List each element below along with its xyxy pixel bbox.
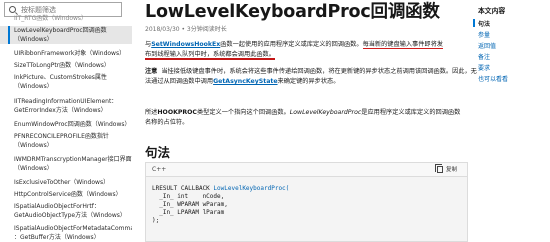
article: LowLevelKeyboardProc回调函数 2018/03/30 • 3分… bbox=[145, 0, 477, 242]
sidebar-item[interactable]: IsExclusiveToOther（Windows） bbox=[0, 178, 132, 187]
sidebar-item[interactable]: ISpatialAudioObjectForMetadataCommands ：… bbox=[0, 224, 132, 242]
intro-highlighted-text: 每当新的键盘输入事件即将发 bbox=[362, 41, 443, 49]
in-page-toc: 本文内容 句法 参量 返回值 备注 要求 也可以看看 bbox=[472, 0, 550, 242]
code-block: C++ 复制 LRESULT CALLBACK LowLevelKeyboard… bbox=[145, 162, 468, 242]
sidebar-item-label: （Windows） bbox=[14, 83, 53, 90]
hookproc-keyword: HOOKPROC bbox=[157, 109, 197, 116]
sidebar-item-label: InkPicture、CustomStrokes属性 bbox=[14, 74, 107, 81]
sidebar-nav: IIT_RTG函数（Windows） LowLevelKeyboardProc回… bbox=[0, 0, 132, 242]
sidebar-item[interactable]: HttpControlService函数（Windows） bbox=[0, 190, 132, 199]
sidebar-item[interactable]: EnumWindowProc回调函数（Windows） bbox=[0, 120, 132, 129]
note-text: 法通过从回调函数中调用 bbox=[145, 78, 214, 85]
note-label: 注意 bbox=[145, 68, 158, 75]
article-meta: 2018/03/30 • 3分钟阅读时长 bbox=[145, 26, 227, 33]
sidebar-item-label: GetErrorIndex方法（Windows） bbox=[14, 107, 107, 114]
sidebar-item[interactable]: PFNRECONCILEPROFILE函数指针 （Windows） bbox=[0, 132, 132, 150]
sidebar-item-label: GetAudioObjectType方法（Windows） bbox=[14, 212, 126, 219]
sidebar-item[interactable]: InkPicture、CustomStrokes属性 （Windows） bbox=[0, 73, 132, 91]
code-text: _In_ LPARAM lParam bbox=[152, 209, 225, 216]
copy-icon bbox=[434, 163, 443, 173]
intro-paragraph-line-2: 布到线程输入队列中时，系统都会调用此函数。 bbox=[145, 50, 275, 60]
sidebar-item-selected[interactable]: LowLevelKeyboardProc回调函数 （Windows） bbox=[0, 26, 132, 44]
toc-item-parameters[interactable]: 参量 bbox=[478, 30, 490, 39]
sidebar-item[interactable]: IITReadingInformationUIElement： GetError… bbox=[0, 97, 132, 115]
sidebar-item-label: （Windows） bbox=[14, 165, 53, 172]
hookproc-text: 是应用程序定义或库定义的回调函数 bbox=[361, 109, 461, 116]
sidebar-item-label: IsExclusiveToOther（Windows） bbox=[14, 179, 110, 186]
code-text: ); bbox=[152, 217, 160, 224]
sidebar-item-label: UIRibbonFramework对象（Windows） bbox=[14, 50, 126, 57]
hookproc-text: 名称的占位符。 bbox=[145, 119, 189, 126]
copy-button[interactable]: 复制 bbox=[434, 163, 457, 173]
sidebar-item[interactable]: ISpatialAudioObjectForHrtf： GetAudioObje… bbox=[0, 202, 132, 220]
note-text: 来确定键的异步状态。 bbox=[277, 78, 340, 85]
code-content: LRESULT CALLBACK LowLevelKeyboardProc( _… bbox=[152, 185, 289, 225]
sidebar-item-label: （Windows） bbox=[14, 142, 53, 149]
sidebar-item[interactable]: IIT_RTG函数（Windows） bbox=[0, 14, 132, 23]
getasynckeystate-link[interactable]: GetAsyncKeyState bbox=[213, 78, 277, 85]
sidebar-item-label: PFNRECONCILEPROFILE函数指针 bbox=[14, 133, 109, 140]
sidebar-item-label: （Windows） bbox=[14, 36, 53, 43]
sidebar-item-label: ISpatialAudioObjectForMetadataCommands bbox=[14, 225, 132, 232]
copy-label: 复制 bbox=[445, 167, 457, 173]
toc-item-remarks[interactable]: 备注 bbox=[478, 52, 490, 61]
search-icon bbox=[9, 6, 16, 13]
sidebar-item-label: ISpatialAudioObjectForHrtf： bbox=[14, 203, 100, 210]
sidebar-item-label: IWMDRMTranscryptionManager接口界面 bbox=[14, 156, 132, 163]
sidebar-item-label: LowLevelKeyboardProc回调函数 bbox=[14, 27, 107, 34]
sidebar-item-label: IITReadingInformationUIElement： bbox=[14, 98, 118, 105]
toc-item-return-value[interactable]: 返回值 bbox=[478, 41, 496, 50]
code-text: _In_ WPARAM wParam, bbox=[152, 201, 228, 208]
sidebar-item[interactable]: UIRibbonFramework对象（Windows） bbox=[0, 49, 132, 58]
code-header: C++ 复制 bbox=[146, 163, 467, 177]
sidebar-item-label: EnumWindowProc回调函数（Windows） bbox=[14, 121, 131, 128]
hookproc-placeholder: LowLevelKeyboardProc bbox=[289, 109, 362, 116]
hookproc-line-1: 所述HOOKPROC类型定义一个指向这个回调函数。LowLevelKeyboar… bbox=[145, 108, 460, 118]
toc-title: 本文内容 bbox=[478, 7, 506, 15]
toc-item-see-also[interactable]: 也可以看看 bbox=[478, 74, 508, 83]
intro-paragraph-line-1: 与SetWindowsHookEx函数一起使用的应用程序定义或库定义的回调函数。… bbox=[145, 40, 443, 50]
sidebar-item[interactable]: SizeTToLongPtr函数（Windows） bbox=[0, 61, 132, 70]
syntax-heading: 句法 bbox=[145, 145, 171, 160]
code-function-name: LowLevelKeyboardProc( bbox=[213, 185, 290, 192]
hookproc-text: 所述 bbox=[145, 109, 158, 116]
sidebar-item-label: ：GetBuffer方法（Windows） bbox=[14, 234, 100, 241]
note-text: 当挂接低级键盘事件时，系统会将这些事件传递给回调函数，将在更新键的异步状态之前调… bbox=[161, 68, 477, 75]
code-language: C++ bbox=[152, 166, 167, 173]
note-line-2: 法通过从回调函数中调用GetAsyncKeyState来确定键的异步状态。 bbox=[145, 77, 339, 87]
hookproc-text: 类型定义一个指向这个回调函数。 bbox=[196, 109, 290, 116]
sidebar-item-label: IIT_RTG函数（Windows） bbox=[14, 15, 88, 22]
sidebar-item[interactable]: IWMDRMTranscryptionManager接口界面 （Windows） bbox=[0, 155, 132, 173]
intro-highlighted-text: 布到线程输入队列中时，系统都会调用此函数。 bbox=[145, 51, 275, 60]
intro-text: 函数一起使用的应用程序定义或库定义的回调函数。 bbox=[220, 41, 363, 48]
page-title: LowLevelKeyboardProc回调函数 bbox=[145, 2, 440, 22]
code-text: _In_ int nCode, bbox=[152, 193, 225, 200]
code-text: LRESULT CALLBACK bbox=[152, 185, 214, 192]
sidebar-item-label: HttpControlService函数（Windows） bbox=[14, 191, 122, 198]
hookproc-line-2: 名称的占位符。 bbox=[145, 118, 188, 128]
toc-item-requirements[interactable]: 要求 bbox=[478, 63, 490, 72]
sidebar-item-label: SizeTToLongPtr函数（Windows） bbox=[14, 62, 110, 69]
toc-item-syntax[interactable]: 句法 bbox=[472, 19, 490, 28]
setwindowshookex-link[interactable]: SetWindowsHookEx bbox=[151, 41, 220, 48]
note-line-1: 注意 当挂接低级键盘事件时，系统会将这些事件传递给回调函数，将在更新键的异步状态… bbox=[145, 67, 477, 77]
